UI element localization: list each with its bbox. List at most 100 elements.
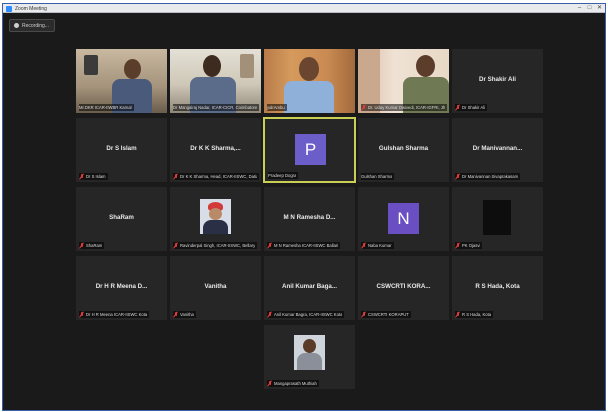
participant-nameplate: yalrAmbu (267, 104, 287, 111)
muted-microphone-icon (79, 173, 84, 180)
participant-tile[interactable]: M N Ramesha D... M N Ramesha ICAR-IISWC … (264, 187, 355, 251)
zoom-meeting-window: Zoom Meeting – □ ✕ Recording... Mr.DKR I… (2, 3, 606, 411)
muted-microphone-icon (79, 311, 84, 318)
participant-nameplate: PK Ojasvi (455, 242, 483, 249)
participant-name: Pradeep Dogra (268, 173, 297, 178)
participant-name: Dr. Uday Kumar Dwivedi, ICAR-IGFRI, Jhan… (368, 105, 445, 110)
participant-display-name: Gulshan Sharma (378, 145, 429, 152)
participant-name: Dr Manivannan Sivaprakasam (462, 174, 519, 179)
participant-tile[interactable]: Anil Kumar Baga... Anil Kumar Bagra, ICA… (264, 256, 355, 320)
window-titlebar: Zoom Meeting – □ ✕ (3, 4, 605, 13)
participant-tile[interactable]: Dr H R Meena D... Dr H R Meena ICAR-IISW… (76, 256, 167, 320)
participant-name: Mangaprasath Muthiah (274, 381, 317, 386)
participant-name: Dr S Islam (86, 174, 106, 179)
participant-display-name: Dr Shakir Ali (479, 76, 516, 83)
participant-tile[interactable]: Gulshan Sharma Gulshan Sharma (358, 118, 449, 182)
active-speaker-tile[interactable]: P Pradeep Dogra (263, 117, 356, 183)
participant-display-name: Anil Kumar Baga... (281, 283, 337, 290)
participant-photo (294, 335, 325, 370)
participant-tile[interactable]: PK Ojasvi (452, 187, 543, 251)
recording-icon (14, 23, 19, 28)
participant-tile[interactable]: Dr Manivannan... Dr Manivannan Sivapraka… (452, 118, 543, 182)
participant-name: M N Ramesha ICAR-IISWC Ballari (274, 243, 339, 248)
participant-tile[interactable]: Vanitha Vanitha (170, 256, 261, 320)
maximize-icon[interactable]: □ (585, 4, 594, 13)
participant-display-name: Vanitha (204, 283, 227, 290)
participant-tile[interactable]: ShaRam ShaRam (76, 187, 167, 251)
participant-nameplate: Dr Mangalraj Nadar, ICAR-CICR, Coimbator… (173, 104, 259, 111)
participant-tile[interactable]: yalrAmbu (264, 49, 355, 113)
muted-microphone-icon (455, 311, 460, 318)
muted-microphone-icon (455, 173, 460, 180)
participant-tile[interactable]: Dr S Islam Dr S Islam (76, 118, 167, 182)
muted-microphone-icon (361, 104, 366, 111)
participant-name: Mr.DKR ICAR-IIWBR Karnal (79, 105, 132, 110)
participant-tile[interactable]: Dr Shakir Ali Dr Shakir Ali (452, 49, 543, 113)
participant-nameplate: Pradeep Dogra (268, 172, 299, 179)
participant-name: Dr Shakir Ali (462, 105, 486, 110)
participant-display-name: Dr H R Meena D... (95, 283, 148, 290)
participant-nameplate: M N Ramesha ICAR-IISWC Ballari (267, 242, 341, 249)
participant-tile[interactable]: Dr Mangalraj Nadar, ICAR-CICR, Coimbator… (170, 49, 261, 113)
participant-nameplate: Anil Kumar Bagra, ICAR-IISWC Kota (267, 311, 345, 318)
participant-nameplate: ShaRam (79, 242, 105, 249)
participant-name: PK Ojasvi (462, 243, 481, 248)
participant-name: Naba Kumar (368, 243, 392, 248)
participant-nameplate: Naba Kumar (361, 242, 394, 249)
muted-microphone-icon (79, 242, 84, 249)
participant-name: CSWCRTI KORAPUT (368, 312, 409, 317)
zoom-app-icon (6, 5, 12, 12)
participant-avatar: N (388, 203, 419, 234)
muted-microphone-icon (361, 311, 366, 318)
participant-tile[interactable]: Ravinderpal Singh, ICAR-IISWC, Bellary (170, 187, 261, 251)
participant-nameplate: Dr H R Meena ICAR-IISWC Kota (79, 311, 150, 318)
participant-nameplate: Gulshan Sharma (361, 173, 395, 180)
participant-display-name: Dr S Islam (106, 145, 137, 152)
participant-name: Dr H R Meena ICAR-IISWC Kota (86, 312, 148, 317)
participant-tile[interactable]: Mangaprasath Muthiah (264, 325, 355, 389)
participant-name: Gulshan Sharma (361, 174, 393, 179)
participant-tile[interactable]: CSWCRTI KORA... CSWCRTI KORAPUT (358, 256, 449, 320)
participant-nameplate: Dr S Islam (79, 173, 108, 180)
participant-name: ShaRam (86, 243, 103, 248)
muted-microphone-icon (173, 173, 178, 180)
participant-name: Anil Kumar Bagra, ICAR-IISWC Kota (274, 312, 343, 317)
participant-nameplate: Vanitha (173, 311, 196, 318)
participant-nameplate: CSWCRTI KORAPUT (361, 311, 411, 318)
participant-name: R S Hada, Kota (462, 312, 492, 317)
window-title: Zoom Meeting (15, 5, 47, 12)
participant-nameplate: Mr.DKR ICAR-IIWBR Karnal (79, 104, 134, 111)
participant-display-name: M N Ramesha D... (283, 214, 336, 221)
participant-tile[interactable]: Mr.DKR ICAR-IIWBR Karnal (76, 49, 167, 113)
participant-nameplate: Dr Manivannan Sivaprakasam (455, 173, 521, 180)
participant-nameplate: Dr. Uday Kumar Dwivedi, ICAR-IGFRI, Jhan… (361, 104, 447, 111)
muted-microphone-icon (267, 242, 272, 249)
participant-name: yalrAmbu (267, 105, 285, 110)
participant-display-name: Dr Manivannan... (472, 145, 523, 152)
muted-microphone-icon (173, 311, 178, 318)
muted-microphone-icon (455, 242, 460, 249)
participant-avatar: P (295, 134, 326, 165)
participant-photo (483, 200, 511, 235)
participant-tile[interactable]: R S Hada, Kota R S Hada, Kota (452, 256, 543, 320)
participant-photo (200, 199, 231, 234)
muted-microphone-icon (267, 311, 272, 318)
participant-name: Vanitha (180, 312, 194, 317)
muted-microphone-icon (173, 242, 178, 249)
participant-name: Dr K K Sharma, Head, ICAR-IISWC, Datia (180, 174, 257, 179)
minimize-icon[interactable]: – (575, 4, 584, 13)
participant-name: Dr Mangalraj Nadar, ICAR-CICR, Coimbator… (173, 105, 257, 110)
participant-name: Ravinderpal Singh, ICAR-IISWC, Bellary (180, 243, 256, 248)
participant-tile[interactable]: Dr K K Sharma,... Dr K K Sharma, Head, I… (170, 118, 261, 182)
close-icon[interactable]: ✕ (595, 4, 604, 13)
participant-tile[interactable]: N Naba Kumar (358, 187, 449, 251)
participant-tile[interactable]: Dr. Uday Kumar Dwivedi, ICAR-IGFRI, Jhan… (358, 49, 449, 113)
participant-display-name: ShaRam (109, 214, 134, 221)
participant-nameplate: Dr K K Sharma, Head, ICAR-IISWC, Datia (173, 173, 259, 180)
participant-nameplate: Dr Shakir Ali (455, 104, 488, 111)
recording-indicator[interactable]: Recording... (9, 19, 55, 32)
participant-display-name: R S Hada, Kota (475, 283, 520, 290)
participant-nameplate: Ravinderpal Singh, ICAR-IISWC, Bellary (173, 242, 258, 249)
participant-display-name: Dr K K Sharma,... (190, 145, 241, 152)
recording-label: Recording... (22, 22, 49, 29)
